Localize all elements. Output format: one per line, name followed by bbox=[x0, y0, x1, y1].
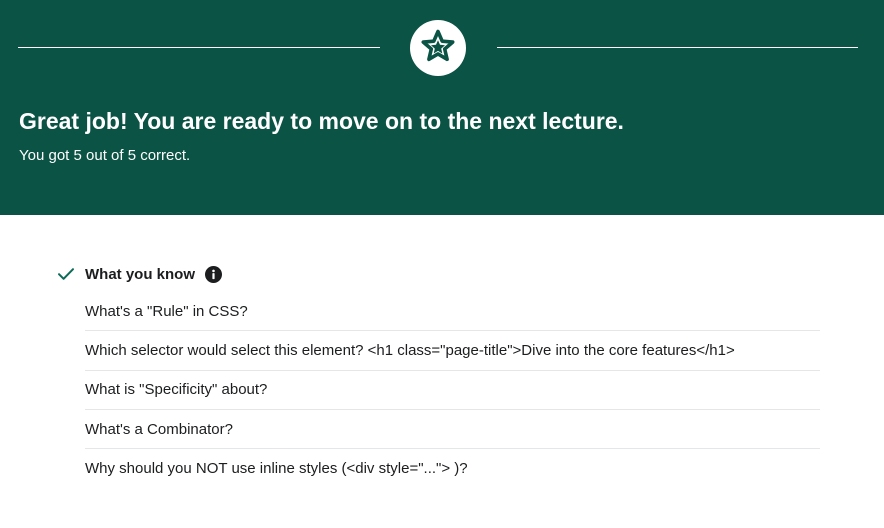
result-title: Great job! You are ready to move on to t… bbox=[19, 108, 624, 134]
what-you-know-section: What you know What's a "Rule" in CSS? Wh… bbox=[56, 262, 820, 488]
section-header: What you know bbox=[56, 262, 820, 286]
banner-divider-right bbox=[497, 47, 858, 48]
star-icon bbox=[420, 28, 456, 69]
question-item: What's a Combinator? bbox=[85, 410, 820, 450]
score-summary: You got 5 out of 5 correct. bbox=[19, 147, 191, 164]
question-item: Why should you NOT use inline styles (<d… bbox=[85, 460, 468, 478]
checkmark-icon bbox=[56, 264, 76, 284]
question-item: What's a "Rule" in CSS? bbox=[85, 292, 820, 332]
star-badge bbox=[410, 20, 466, 76]
question-list: What's a "Rule" in CSS? Which selector w… bbox=[85, 292, 820, 488]
question-item: What is "Specificity" about? bbox=[85, 371, 820, 410]
info-icon[interactable] bbox=[205, 265, 222, 283]
result-banner: Great job! You are ready to move on to t… bbox=[0, 0, 884, 215]
banner-divider-left bbox=[18, 47, 380, 48]
question-item: Which selector would select this element… bbox=[85, 331, 820, 371]
section-title: What you know bbox=[85, 265, 195, 283]
